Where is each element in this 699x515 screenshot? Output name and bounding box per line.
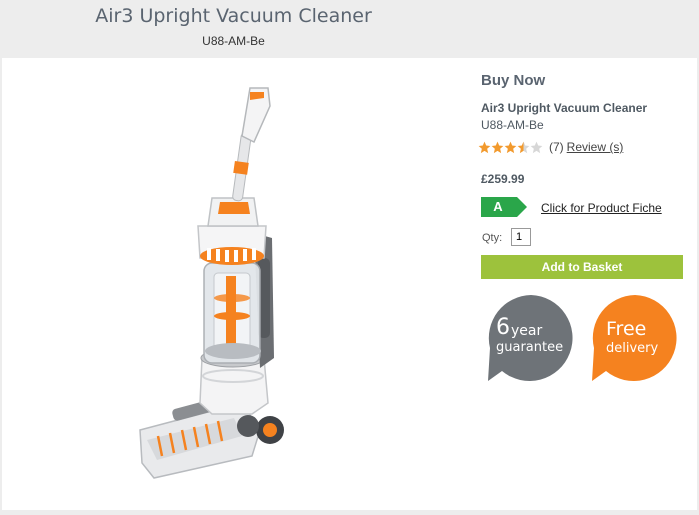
product-price: £259.99 <box>481 172 525 186</box>
review-count: (7) <box>549 140 564 154</box>
delivery-line2: delivery <box>606 341 659 356</box>
qty-input[interactable] <box>511 228 531 246</box>
rating-row: (7) Review (s) <box>478 139 623 155</box>
page-header: Air3 Upright Vacuum Cleaner U88-AM-Be <box>0 0 699 58</box>
add-to-basket-button[interactable]: Add to Basket <box>481 255 683 279</box>
guarantee-number: 6 <box>496 315 510 340</box>
energy-class-label: A <box>493 199 503 214</box>
star-half-icon <box>517 141 530 153</box>
review-link[interactable]: Review (s) <box>567 140 624 154</box>
star-icon <box>491 141 504 153</box>
product-content: Buy Now Air3 Upright Vacuum Cleaner U88-… <box>2 58 697 510</box>
product-sku: U88-AM-Be <box>481 118 544 132</box>
page-sku: U88-AM-Be <box>202 34 265 48</box>
page-title: Air3 Upright Vacuum Cleaner <box>95 5 372 27</box>
delivery-line1: Free <box>606 318 647 340</box>
rating-stars <box>478 141 543 154</box>
product-fiche-link[interactable]: Click for Product Fiche <box>541 201 662 215</box>
star-icon <box>504 141 517 153</box>
vacuum-cleaner-image <box>139 87 284 479</box>
energy-rating-badge[interactable]: A <box>481 197 527 217</box>
guarantee-badge: 6 year guarantee <box>486 293 576 383</box>
product-image-area <box>2 58 472 510</box>
guarantee-year: year <box>511 323 543 339</box>
guarantee-word: guarantee <box>496 340 564 355</box>
qty-label: Qty: <box>482 232 503 244</box>
star-empty-icon <box>530 141 543 153</box>
free-delivery-badge: Free delivery <box>590 293 680 383</box>
buy-now-heading: Buy Now <box>481 72 546 89</box>
star-icon <box>478 141 491 153</box>
product-name: Air3 Upright Vacuum Cleaner <box>481 101 648 115</box>
